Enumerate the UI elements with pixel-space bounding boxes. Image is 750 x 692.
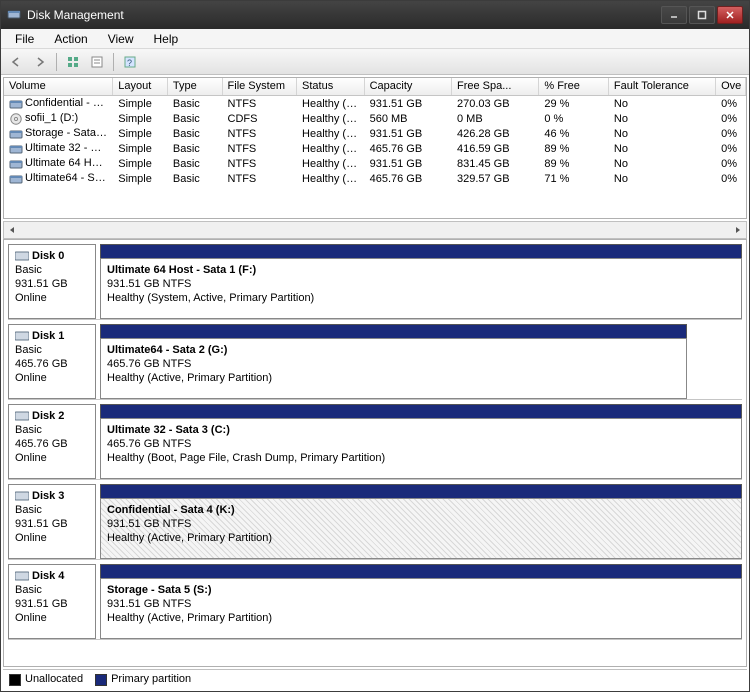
disk-label[interactable]: Disk 2Basic465.76 GBOnline	[8, 404, 96, 479]
volume-name: Ultimate 32 - Sata ...	[25, 142, 113, 154]
disk-row[interactable]: Disk 1Basic465.76 GBOnlineUltimate64 - S…	[8, 324, 742, 400]
app-icon	[7, 7, 21, 24]
maximize-button[interactable]	[689, 6, 715, 24]
scroll-right-icon[interactable]	[730, 222, 746, 238]
menu-view[interactable]: View	[98, 30, 144, 48]
legend-swatch-primary	[95, 674, 107, 686]
disk-label[interactable]: Disk 3Basic931.51 GBOnline	[8, 484, 96, 559]
disk-label[interactable]: Disk 1Basic465.76 GBOnline	[8, 324, 96, 399]
partition[interactable]: Ultimate64 - Sata 2 (G:)465.76 GB NTFSHe…	[100, 324, 687, 399]
menu-help[interactable]: Help	[144, 30, 189, 48]
disk-icon	[15, 411, 29, 421]
partition[interactable]: Storage - Sata 5 (S:)931.51 GB NTFSHealt…	[100, 564, 742, 639]
properties-button[interactable]	[86, 52, 108, 72]
legend-primary: Primary partition	[111, 673, 191, 685]
col-free[interactable]: Free Spa...	[452, 78, 539, 95]
col-fault-tolerance[interactable]: Fault Tolerance	[609, 78, 716, 95]
drive-icon	[9, 158, 23, 170]
toolbar: ?	[1, 49, 749, 75]
col-filesystem[interactable]: File System	[223, 78, 298, 95]
disk-label[interactable]: Disk 0Basic931.51 GBOnline	[8, 244, 96, 319]
disk-icon	[15, 251, 29, 261]
close-button[interactable]	[717, 6, 743, 24]
window-title: Disk Management	[27, 8, 124, 22]
drive-icon	[9, 143, 23, 155]
titlebar[interactable]: Disk Management	[1, 1, 749, 29]
volume-row[interactable]: Ultimate 64 Host - ...SimpleBasicNTFSHea…	[4, 156, 746, 171]
col-capacity[interactable]: Capacity	[365, 78, 452, 95]
disk-icon	[15, 491, 29, 501]
volume-name: sofii_1 (D:)	[25, 112, 78, 124]
back-button[interactable]	[5, 52, 27, 72]
disk-row[interactable]: Disk 0Basic931.51 GBOnlineUltimate 64 Ho…	[8, 244, 742, 320]
volume-name: Storage - Sata 5 (S:)	[25, 127, 113, 139]
svg-text:?: ?	[127, 58, 132, 68]
drive-icon	[9, 113, 23, 125]
col-volume[interactable]: Volume	[4, 78, 113, 95]
col-overhead[interactable]: Ove	[716, 78, 746, 95]
col-status[interactable]: Status	[297, 78, 365, 95]
legend-swatch-unallocated	[9, 674, 21, 686]
volume-row[interactable]: Storage - Sata 5 (S:)SimpleBasicNTFSHeal…	[4, 126, 746, 141]
drive-icon	[9, 98, 23, 110]
volume-row[interactable]: sofii_1 (D:)SimpleBasicCDFSHealthy (P...…	[4, 111, 746, 126]
disk-management-window: Disk Management File Action View Help ? …	[0, 0, 750, 692]
volume-row[interactable]: Ultimate 32 - Sata ...SimpleBasicNTFSHea…	[4, 141, 746, 156]
disk-row[interactable]: Disk 2Basic465.76 GBOnlineUltimate 32 - …	[8, 404, 742, 480]
scroll-left-icon[interactable]	[4, 222, 20, 238]
menu-file[interactable]: File	[5, 30, 44, 48]
volume-name: Ultimate64 - Sata ...	[25, 172, 113, 184]
volume-name: Ultimate 64 Host - ...	[25, 157, 113, 169]
partition[interactable]: Ultimate 32 - Sata 3 (C:)465.76 GB NTFSH…	[100, 404, 742, 479]
volume-row[interactable]: Confidential - Sata...SimpleBasicNTFSHea…	[4, 96, 746, 111]
disk-row[interactable]: Disk 4Basic931.51 GBOnlineStorage - Sata…	[8, 564, 742, 640]
partition[interactable]: Ultimate 64 Host - Sata 1 (F:)931.51 GB …	[100, 244, 742, 319]
menu-action[interactable]: Action	[44, 30, 97, 48]
help-button[interactable]: ?	[119, 52, 141, 72]
forward-button[interactable]	[29, 52, 51, 72]
column-headers: Volume Layout Type File System Status Ca…	[4, 78, 746, 96]
horizontal-scrollbar[interactable]	[3, 221, 747, 239]
legend-unallocated: Unallocated	[25, 673, 83, 685]
drive-icon	[9, 173, 23, 185]
disk-row[interactable]: Disk 3Basic931.51 GBOnlineConfidential -…	[8, 484, 742, 560]
disk-label[interactable]: Disk 4Basic931.51 GBOnline	[8, 564, 96, 639]
col-type[interactable]: Type	[168, 78, 223, 95]
volume-name: Confidential - Sata...	[25, 97, 113, 109]
legend: Unallocated Primary partition	[3, 669, 747, 689]
disk-icon	[15, 571, 29, 581]
menubar: File Action View Help	[1, 29, 749, 49]
disk-graphical-view[interactable]: Disk 0Basic931.51 GBOnlineUltimate 64 Ho…	[3, 239, 747, 667]
drive-icon	[9, 128, 23, 140]
partition[interactable]: Confidential - Sata 4 (K:)931.51 GB NTFS…	[100, 484, 742, 559]
minimize-button[interactable]	[661, 6, 687, 24]
col-percent[interactable]: % Free	[539, 78, 609, 95]
disk-icon	[15, 331, 29, 341]
refresh-button[interactable]	[62, 52, 84, 72]
volume-list[interactable]: Volume Layout Type File System Status Ca…	[3, 77, 747, 219]
col-layout[interactable]: Layout	[113, 78, 168, 95]
volume-row[interactable]: Ultimate64 - Sata ...SimpleBasicNTFSHeal…	[4, 171, 746, 186]
